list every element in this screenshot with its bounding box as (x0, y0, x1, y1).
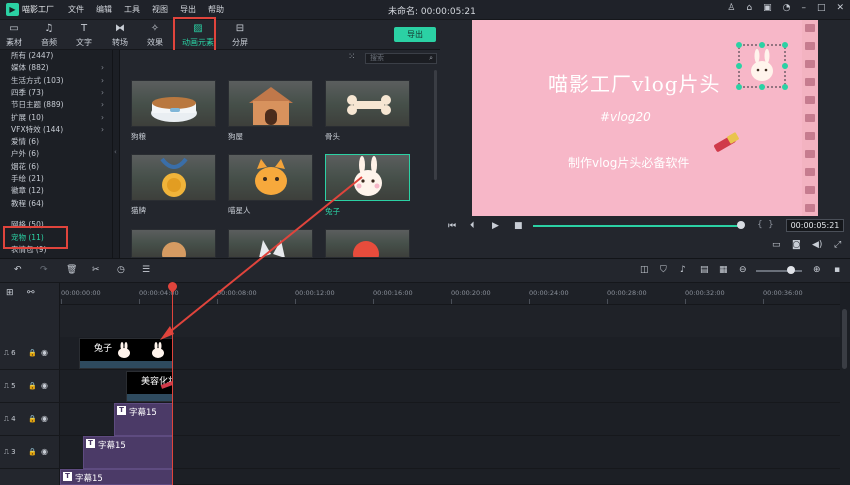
annotation-arrow (160, 176, 363, 340)
arrow-head (160, 326, 174, 340)
app-window: ▶ 喵影工厂 文件 编辑 工具 视图 导出 帮助 未命名: 00:00:05:2… (0, 0, 850, 485)
arrow-line (165, 176, 363, 336)
